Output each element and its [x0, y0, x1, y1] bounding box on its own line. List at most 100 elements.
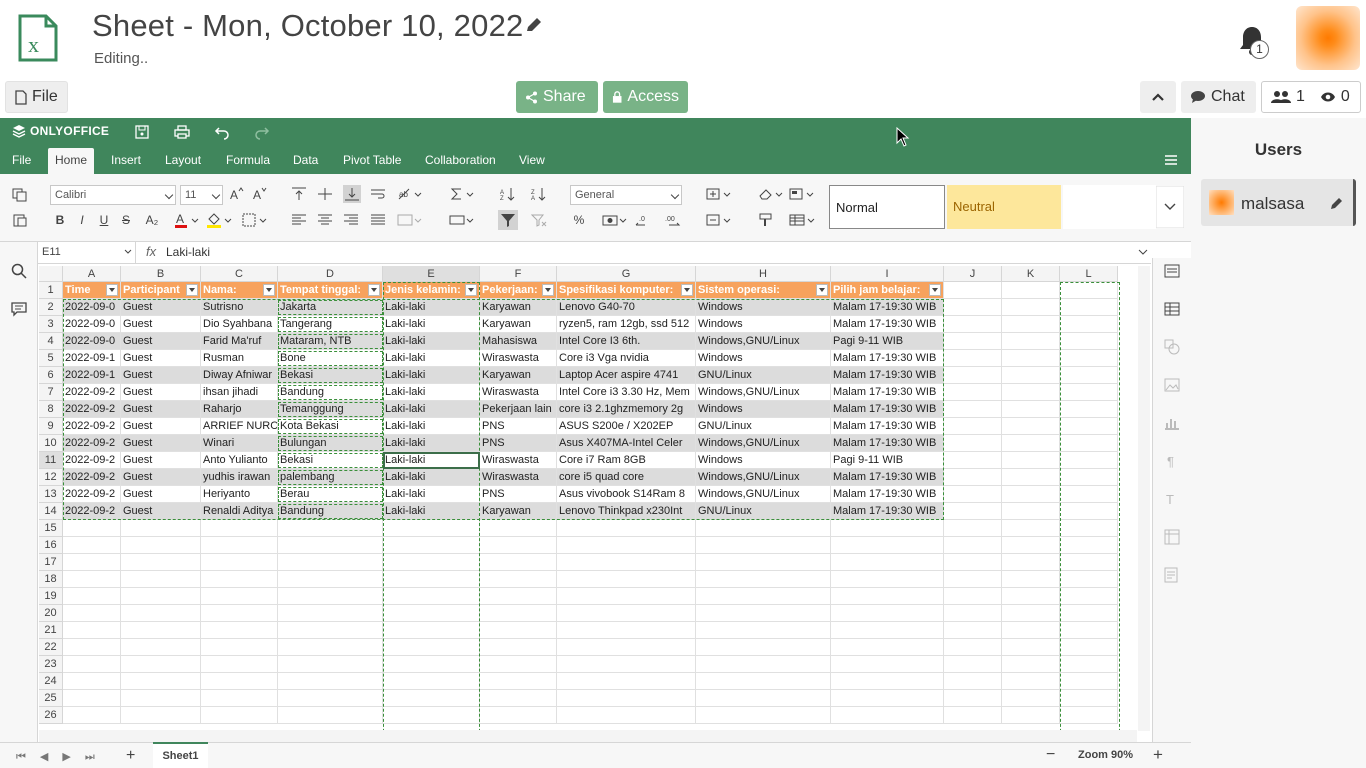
table-cell[interactable]: Windows,GNU/Linux: [696, 469, 831, 486]
table-cell[interactable]: Windows: [696, 316, 831, 333]
zoom-in-button[interactable]: +: [1153, 745, 1163, 765]
table-cell[interactable]: [831, 707, 944, 724]
save-icon[interactable]: [134, 124, 150, 140]
row-header[interactable]: 15: [39, 520, 63, 537]
table-cell[interactable]: [944, 656, 1002, 673]
table-cell[interactable]: Malam 17-19:30 WIB: [831, 367, 944, 384]
table-cell[interactable]: [1060, 435, 1118, 452]
row-header[interactable]: 26: [39, 707, 63, 724]
format-as-table-icon[interactable]: [789, 213, 817, 227]
table-cell[interactable]: Windows,GNU/Linux: [696, 486, 831, 503]
table-cell[interactable]: [944, 333, 1002, 350]
table-cell[interactable]: [121, 588, 201, 605]
wrap-text-icon[interactable]: [370, 187, 386, 201]
filter-dropdown-button[interactable]: [681, 284, 693, 296]
column-header[interactable]: E: [383, 266, 480, 282]
table-cell[interactable]: PNS: [480, 486, 557, 503]
style-normal[interactable]: Normal: [829, 185, 945, 229]
print-icon[interactable]: [174, 124, 190, 140]
column-header[interactable]: F: [480, 266, 557, 282]
table-cell[interactable]: [944, 520, 1002, 537]
table-cell[interactable]: Laki-laki: [383, 486, 480, 503]
table-header-cell[interactable]: Tempat tinggal:: [278, 282, 383, 299]
table-settings-icon[interactable]: [1164, 301, 1180, 317]
table-cell[interactable]: Laki-laki: [383, 418, 480, 435]
table-cell[interactable]: Windows: [696, 299, 831, 316]
tab-view[interactable]: View: [512, 148, 552, 174]
table-cell[interactable]: [1002, 367, 1060, 384]
table-cell[interactable]: [944, 418, 1002, 435]
tab-collaboration[interactable]: Collaboration: [418, 148, 503, 174]
percent-button[interactable]: %: [572, 213, 586, 227]
table-cell[interactable]: [383, 605, 480, 622]
table-cell[interactable]: [557, 639, 696, 656]
share-button[interactable]: Share: [516, 81, 598, 113]
table-cell[interactable]: [278, 673, 383, 690]
table-cell[interactable]: [201, 537, 278, 554]
align-top-icon[interactable]: [291, 187, 307, 201]
table-cell[interactable]: Mataram, NTB: [278, 333, 383, 350]
table-cell[interactable]: [1060, 656, 1118, 673]
table-cell[interactable]: [1002, 435, 1060, 452]
table-cell[interactable]: Laki-laki: [383, 367, 480, 384]
table-cell[interactable]: [1060, 673, 1118, 690]
search-icon[interactable]: [11, 263, 27, 279]
vertical-scrollbar[interactable]: [1138, 266, 1150, 731]
table-cell[interactable]: [63, 588, 121, 605]
undo-icon[interactable]: [214, 124, 230, 140]
table-cell[interactable]: Malam 17-19:30 WIB: [831, 316, 944, 333]
accounting-icon[interactable]: [602, 213, 628, 227]
table-cell[interactable]: Guest: [121, 452, 201, 469]
table-cell[interactable]: [696, 690, 831, 707]
table-cell[interactable]: Malam 17-19:30 WIB: [831, 486, 944, 503]
table-cell[interactable]: [944, 690, 1002, 707]
table-cell[interactable]: [944, 367, 1002, 384]
table-cell[interactable]: [383, 622, 480, 639]
table-cell[interactable]: [696, 571, 831, 588]
table-cell[interactable]: [383, 588, 480, 605]
table-cell[interactable]: [480, 537, 557, 554]
table-cell[interactable]: Guest: [121, 316, 201, 333]
table-cell[interactable]: [1002, 673, 1060, 690]
table-cell[interactable]: [278, 639, 383, 656]
align-bottom-icon[interactable]: [343, 185, 361, 203]
select-all-corner[interactable]: [39, 266, 63, 282]
table-cell[interactable]: [63, 537, 121, 554]
filter-dropdown-button[interactable]: [263, 284, 275, 296]
filter-dropdown-button[interactable]: [368, 284, 380, 296]
table-cell[interactable]: [201, 707, 278, 724]
table-cell[interactable]: Karyawan: [480, 503, 557, 520]
tab-data[interactable]: Data: [286, 148, 325, 174]
table-cell[interactable]: [696, 656, 831, 673]
table-cell[interactable]: [831, 537, 944, 554]
row-header[interactable]: 18: [39, 571, 63, 588]
table-cell[interactable]: Malam 17-19:30 WIB: [831, 469, 944, 486]
table-cell[interactable]: [201, 690, 278, 707]
table-cell[interactable]: [201, 588, 278, 605]
table-cell[interactable]: Laki-laki: [383, 452, 480, 469]
clear-icon[interactable]: [758, 187, 786, 201]
row-header[interactable]: 22: [39, 639, 63, 656]
table-cell[interactable]: 2022-09-0: [63, 299, 121, 316]
table-cell[interactable]: [1060, 299, 1118, 316]
row-header[interactable]: 1: [39, 282, 63, 299]
table-cell[interactable]: Intel Core i3 3.30 Hz, Mem: [557, 384, 696, 401]
table-cell[interactable]: yudhis irawan: [201, 469, 278, 486]
table-cell[interactable]: ARRIEF NURCA: [201, 418, 278, 435]
table-cell[interactable]: [1002, 401, 1060, 418]
table-cell[interactable]: [944, 571, 1002, 588]
table-cell[interactable]: Guest: [121, 299, 201, 316]
table-cell[interactable]: 2022-09-1: [63, 350, 121, 367]
table-cell[interactable]: Laki-laki: [383, 503, 480, 520]
table-cell[interactable]: Farid Ma'ruf: [201, 333, 278, 350]
table-cell[interactable]: Bone: [278, 350, 383, 367]
table-cell[interactable]: Lenovo G40-70: [557, 299, 696, 316]
filter-dropdown-button[interactable]: [106, 284, 118, 296]
name-box-dropdown-icon[interactable]: [124, 249, 132, 255]
table-cell[interactable]: [383, 707, 480, 724]
table-cell[interactable]: [1002, 690, 1060, 707]
filter-dropdown-button[interactable]: [186, 284, 198, 296]
row-header[interactable]: 23: [39, 656, 63, 673]
number-format-select[interactable]: General: [570, 185, 682, 205]
table-cell[interactable]: [480, 622, 557, 639]
